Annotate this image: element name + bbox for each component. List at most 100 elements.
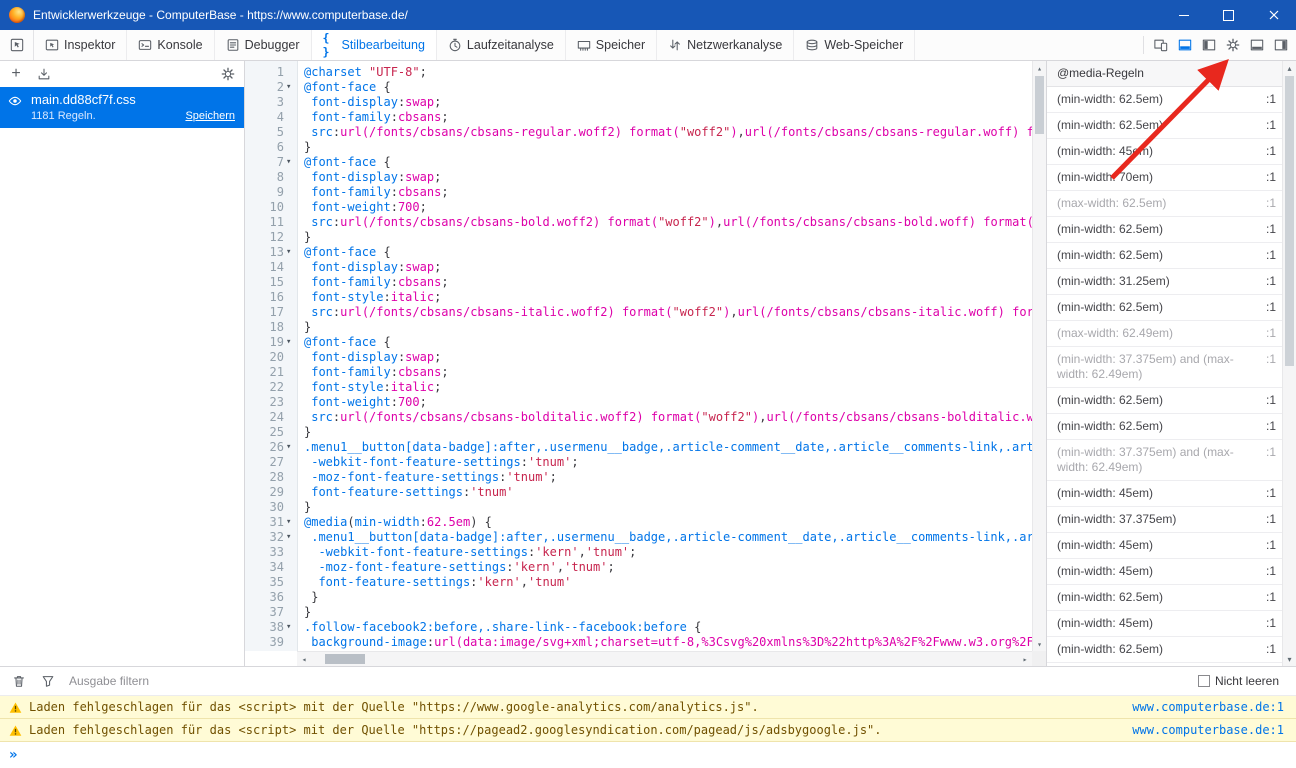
media-rule-line-link[interactable]: :1 (1266, 352, 1276, 367)
media-rule-row[interactable]: (min-width: 62.5em):1 (1047, 217, 1282, 243)
code-text[interactable]: -webkit-font-feature-settings:'kern','tn… (298, 545, 636, 560)
code-text[interactable]: font-display:swap; (298, 260, 441, 275)
code-text[interactable]: @font-face { (298, 335, 391, 350)
code-line[interactable]: 5 src:url(/fonts/cbsans/cbsans-regular.w… (245, 125, 1032, 140)
code-text[interactable]: src:url(/fonts/cbsans/cbsans-bold.woff2)… (298, 215, 1032, 230)
code-text[interactable]: .menu1__button[data-badge]:after,.userme… (298, 440, 1032, 455)
media-rule-row[interactable]: (min-width: 70em):1 (1047, 165, 1282, 191)
code-line[interactable]: 36 } (245, 590, 1032, 605)
media-rule-line-link[interactable]: :1 (1266, 445, 1276, 460)
media-rule-line-link[interactable]: :1 (1266, 486, 1276, 501)
code-text[interactable]: } (298, 425, 311, 440)
code-text[interactable]: background-image:url(data:image/svg+xml;… (298, 635, 1032, 650)
code-text[interactable]: @font-face { (298, 245, 391, 260)
code-line[interactable]: 13 ▾ @font-face { (245, 245, 1032, 260)
horizontal-scroll-thumb[interactable] (325, 654, 365, 664)
code-text[interactable]: -moz-font-feature-settings:'kern','tnum'… (298, 560, 614, 575)
code-lines[interactable]: 1 @charset "UTF-8"; 2 ▾ @font-face {3 font-d… (245, 65, 1032, 651)
console-input-row[interactable]: » (0, 742, 1296, 768)
code-line[interactable]: 35 font-feature-settings:'kern','tnum' (245, 575, 1032, 590)
tab-inspektor[interactable]: Inspektor (34, 30, 128, 60)
media-rule-line-link[interactable]: :1 (1266, 222, 1276, 237)
code-text[interactable]: font-style:italic; (298, 290, 441, 305)
code-line[interactable]: 14 font-display:swap; (245, 260, 1032, 275)
media-rule-row[interactable]: (min-width: 45em):1 (1047, 139, 1282, 165)
code-line[interactable]: 38 ▾ .follow-facebook2:before,.share-link-… (245, 620, 1032, 635)
code-text[interactable]: src:url(/fonts/cbsans/cbsans-regular.wof… (298, 125, 1032, 140)
media-rule-line-link[interactable]: :1 (1266, 538, 1276, 553)
media-rule-row[interactable]: (min-width: 31.25em):1 (1047, 269, 1282, 295)
code-text[interactable]: } (298, 605, 311, 620)
code-line[interactable]: 16 font-style:italic; (245, 290, 1032, 305)
responsive-design-icon[interactable] (1149, 33, 1173, 57)
code-line[interactable]: 17 src:url(/fonts/cbsans/cbsans-italic.w… (245, 305, 1032, 320)
code-line[interactable]: 15 font-family:cbsans; (245, 275, 1032, 290)
code-line[interactable]: 27 -webkit-font-feature-settings:'tnum'; (245, 455, 1032, 470)
dock-bottom-icon[interactable] (1245, 33, 1269, 57)
code-line[interactable]: 19 ▾ @font-face { (245, 335, 1032, 350)
code-text[interactable]: } (298, 230, 311, 245)
code-text[interactable]: font-feature-settings:'kern','tnum' (298, 575, 571, 590)
media-rule-row[interactable]: (min-width: 45em):1 (1047, 481, 1282, 507)
code-line[interactable]: 4 font-family:cbsans; (245, 110, 1032, 125)
persist-logs-checkbox[interactable] (1197, 675, 1210, 687)
code-text[interactable]: font-style:italic; (298, 380, 441, 395)
code-line[interactable]: 11 src:url(/fonts/cbsans/cbsans-bold.wof… (245, 215, 1032, 230)
minimize-button[interactable] (1161, 0, 1206, 30)
clear-output-button[interactable] (9, 671, 29, 691)
fold-arrow-icon[interactable]: ▾ (286, 620, 298, 635)
code-text[interactable]: @font-face { (298, 155, 391, 170)
dock-side-icon[interactable] (1269, 33, 1293, 57)
code-text[interactable]: } (298, 140, 311, 155)
code-text[interactable]: font-feature-settings:'tnum' (298, 485, 513, 500)
tab-konsole[interactable]: Konsole (127, 30, 215, 60)
media-rule-row[interactable]: (min-width: 62.5em):1 (1047, 113, 1282, 139)
code-line[interactable]: 39 background-image:url(data:image/svg+x… (245, 635, 1032, 650)
media-rule-row[interactable]: (min-width: 62.5em):1 (1047, 637, 1282, 663)
code-line[interactable]: 22 font-style:italic; (245, 380, 1032, 395)
media-rule-line-link[interactable]: :1 (1266, 92, 1276, 107)
code-text[interactable]: -moz-font-feature-settings:'tnum'; (298, 470, 557, 485)
code-line[interactable]: 2 ▾ @font-face { (245, 80, 1032, 95)
code-line[interactable]: 18} (245, 320, 1032, 335)
media-rule-row[interactable]: (min-width: 37.375em) and (max-width: 62… (1047, 347, 1282, 388)
fold-arrow-icon[interactable]: ▾ (286, 440, 298, 455)
media-rule-line-link[interactable]: :1 (1266, 118, 1276, 133)
code-text[interactable]: } (298, 320, 311, 335)
code-line[interactable]: 1 @charset "UTF-8"; (245, 65, 1032, 80)
code-text[interactable]: src:url(/fonts/cbsans/cbsans-italic.woff… (298, 305, 1032, 320)
code-text[interactable]: font-weight:700; (298, 200, 427, 215)
code-text[interactable]: font-family:cbsans; (298, 365, 448, 380)
stylesheet-item-selected[interactable]: main.dd88cf7f.css 1181 Regeln. Speichern (0, 87, 244, 128)
code-line[interactable]: 3 font-display:swap; (245, 95, 1032, 110)
code-line[interactable]: 9 font-family:cbsans; (245, 185, 1032, 200)
fold-arrow-icon[interactable]: ▾ (286, 530, 298, 545)
tab-laufzeitanalyse[interactable]: Laufzeitanalyse (437, 30, 566, 60)
fold-arrow-icon[interactable]: ▾ (286, 515, 298, 530)
media-rule-row[interactable]: (min-width: 62.5em):1 (1047, 87, 1282, 113)
code-line[interactable]: 8 font-display:swap; (245, 170, 1032, 185)
editor-horizontal-scrollbar[interactable]: ◂ ▸ (297, 651, 1032, 666)
code-line[interactable]: 26 ▾ .menu1__button[data-badge]:after,.use… (245, 440, 1032, 455)
media-rule-row[interactable]: (min-width: 62.5em):1 (1047, 585, 1282, 611)
code-line[interactable]: 12} (245, 230, 1032, 245)
tab-netzwerkanalyse[interactable]: Netzwerkanalyse (657, 30, 795, 60)
code-text[interactable]: .follow-facebook2:before,.share-link--fa… (298, 620, 701, 635)
close-button[interactable] (1251, 0, 1296, 30)
media-rule-line-link[interactable]: :1 (1266, 300, 1276, 315)
dock-side-panel-icon[interactable] (1197, 33, 1221, 57)
code-line[interactable]: 10 font-weight:700; (245, 200, 1032, 215)
media-rule-line-link[interactable]: :1 (1266, 512, 1276, 527)
media-rule-row[interactable]: (min-width: 62.5em):1 (1047, 295, 1282, 321)
code-text[interactable]: } (298, 500, 311, 515)
media-rule-row[interactable]: (max-width: 62.49em):1 (1047, 321, 1282, 347)
code-text[interactable]: font-display:swap; (298, 170, 441, 185)
code-text[interactable]: font-family:cbsans; (298, 275, 448, 290)
tab-web-speicher[interactable]: Web-Speicher (794, 30, 916, 60)
media-rule-row[interactable]: (min-width: 37.375em) and (max-width: 62… (1047, 440, 1282, 481)
media-rule-line-link[interactable]: :1 (1266, 274, 1276, 289)
fold-arrow-icon[interactable]: ▾ (286, 155, 298, 170)
maximize-button[interactable] (1206, 0, 1251, 30)
code-text[interactable]: -webkit-font-feature-settings:'tnum'; (298, 455, 578, 470)
media-rule-line-link[interactable]: :1 (1266, 248, 1276, 263)
